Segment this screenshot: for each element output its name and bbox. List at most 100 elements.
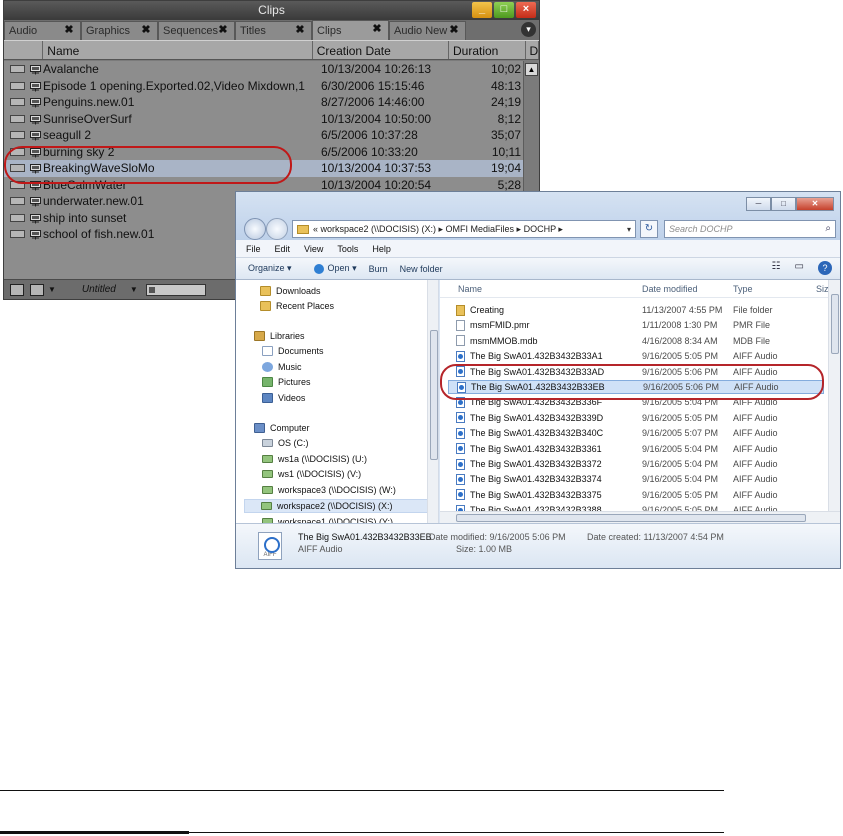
tab-clips[interactable]: Clips ✖ — [312, 20, 389, 40]
frame-view-icon[interactable] — [10, 283, 24, 296]
tab-close-icon[interactable]: ✖ — [294, 24, 306, 36]
nav-videos[interactable]: Videos — [262, 391, 305, 405]
tab-audio-new[interactable]: Audio New ✖ — [389, 21, 466, 40]
tab-menu-icon[interactable]: ▾ — [521, 22, 536, 37]
search-icon[interactable]: ⌕ — [825, 223, 831, 234]
file-row[interactable]: The Big SwA01.432B3432B33AD 9/16/2005 5:0… — [448, 365, 824, 379]
nav-drive-2[interactable]: ws1 (\\DOCISIS) (V:) — [262, 467, 361, 481]
file-row[interactable]: The Big SwA01.432B3432B3361 9/16/2005 5:0… — [448, 442, 824, 456]
tab-close-icon[interactable]: ✖ — [217, 24, 229, 36]
file-row[interactable]: The Big SwA01.432B3432B3375 9/16/2005 5:0… — [448, 488, 824, 502]
creation-date-column-header[interactable]: Creation Date — [313, 41, 449, 59]
file-hscroll-thumb[interactable] — [456, 514, 806, 522]
duration-column-header[interactable]: Duration — [449, 41, 526, 59]
address-dropdown-icon[interactable]: ▾ — [627, 225, 631, 234]
nav-pane-scrollbar[interactable] — [427, 280, 438, 523]
clip-select-box[interactable] — [10, 164, 25, 173]
address-bar[interactable]: « workspace2 (\\DOCISIS) (X:) ▸ OMFI Med… — [292, 220, 636, 238]
file-row[interactable]: The Big SwA01.432B3432B340C 9/16/2005 5:0… — [448, 426, 824, 440]
clip-select-box[interactable] — [10, 98, 25, 107]
menu-tools[interactable]: Tools — [337, 244, 358, 254]
clip-select-box[interactable] — [10, 213, 25, 222]
nav-drive-3[interactable]: workspace3 (\\DOCISIS) (W:) — [262, 483, 396, 497]
chevron-down-icon[interactable]: ▼ — [48, 285, 56, 294]
clip-select-box[interactable] — [10, 81, 25, 90]
tab-titles[interactable]: Titles ✖ — [235, 21, 312, 40]
clip-row[interactable]: burning sky 2 6/5/2006 10:33:20 10;11 — [4, 144, 539, 161]
minimize-button[interactable]: _ — [472, 2, 492, 18]
file-row[interactable]: msmFMID.pmr 1/11/2008 1:30 PM PMR File — [448, 318, 824, 332]
open-button[interactable]: Open ▾ — [313, 263, 357, 274]
refresh-button[interactable]: ↻ — [640, 220, 658, 238]
nav-drive-0[interactable]: OS (C:) — [262, 436, 309, 450]
tab-close-icon[interactable]: ✖ — [448, 24, 460, 36]
nav-pictures[interactable]: Pictures — [262, 375, 311, 389]
file-vscroll-thumb[interactable] — [831, 294, 839, 354]
bin-view-name[interactable]: Untitled — [82, 284, 126, 295]
clip-row[interactable]: Avalanche 10/13/2004 10:26:13 10;02 — [4, 61, 539, 78]
burn-button[interactable]: Burn — [369, 264, 388, 274]
nav-libraries[interactable]: Libraries — [254, 329, 305, 343]
change-view-icon[interactable]: ☷ — [772, 261, 781, 275]
scroll-up-arrow-icon[interactable]: ▲ — [525, 63, 538, 76]
preview-pane-icon[interactable]: ▭ — [795, 261, 804, 275]
clip-select-box[interactable] — [10, 230, 25, 239]
explorer-close-button[interactable]: ✕ — [796, 197, 834, 211]
view-menu-chevron-icon[interactable]: ▼ — [130, 285, 138, 294]
explorer-maximize-button[interactable]: □ — [771, 197, 796, 211]
bin-zoom-slider[interactable] — [145, 283, 206, 296]
new-folder-button[interactable]: New folder — [400, 264, 443, 274]
menu-view[interactable]: View — [304, 244, 323, 254]
file-row[interactable]: The Big SwA01.432B3432B3372 9/16/2005 5:0… — [448, 457, 824, 471]
forward-button[interactable] — [266, 218, 288, 240]
nav-music[interactable]: Music — [262, 360, 302, 374]
file-row[interactable]: The Big SwA01.432B3432B3374 9/16/2005 5:0… — [448, 472, 824, 486]
select-column-header[interactable] — [4, 41, 44, 59]
file-list-hscrollbar[interactable] — [440, 511, 840, 523]
clip-select-box[interactable] — [10, 147, 25, 156]
nav-drive-1[interactable]: ws1a (\\DOCISIS) (U:) — [262, 452, 367, 466]
clip-select-box[interactable] — [10, 131, 25, 140]
tab-close-icon[interactable]: ✖ — [63, 24, 75, 36]
clip-select-box[interactable] — [10, 180, 25, 189]
tab-close-icon[interactable]: ✖ — [371, 23, 383, 35]
close-button[interactable]: × — [516, 2, 536, 18]
clip-row[interactable]: BreakingWaveSloMo 10/13/2004 10:37:53 19;0… — [4, 160, 539, 177]
menu-file[interactable]: File — [246, 244, 261, 254]
name-column-header[interactable]: Name — [43, 41, 313, 59]
clip-row[interactable]: Penguins.new.01 8/27/2006 14:46:00 24;19 — [4, 94, 539, 111]
list-view-icon[interactable] — [30, 283, 44, 296]
organize-button[interactable]: Organize ▾ — [248, 263, 292, 274]
nav-recent-places[interactable]: Recent Places — [260, 299, 334, 313]
clip-select-box[interactable] — [10, 114, 25, 123]
file-row[interactable]: The Big SwA01.432B3432B33EB 9/16/2005 5:0… — [448, 380, 824, 394]
clip-select-box[interactable] — [10, 65, 25, 74]
clip-row[interactable]: Episode 1 opening.Exported.02,Video Mixd… — [4, 78, 539, 95]
file-row[interactable]: Creating 11/13/2007 4:55 PM File folder — [448, 303, 824, 317]
tab-audio[interactable]: Audio ✖ — [4, 21, 81, 40]
type-column-header[interactable]: Type — [733, 284, 753, 294]
clip-row[interactable]: seagull 2 6/5/2006 10:37:28 35;07 — [4, 127, 539, 144]
tab-sequences[interactable]: Sequences ✖ — [158, 21, 235, 40]
bin-title-bar[interactable]: Clips _ □ × — [4, 1, 539, 20]
clip-select-box[interactable] — [10, 197, 25, 206]
file-row[interactable]: The Big SwA01.432B3432B33A1 9/16/2005 5:0… — [448, 349, 824, 363]
overflow-column-header[interactable]: D — [526, 41, 539, 59]
name-column-header[interactable]: Name — [458, 284, 482, 294]
menu-edit[interactable]: Edit — [275, 244, 291, 254]
nav-scroll-thumb[interactable] — [430, 330, 438, 460]
nav-drive-5[interactable]: workspace1 (\\DOCISIS) (Y:) — [262, 515, 393, 523]
nav-documents[interactable]: Documents — [262, 344, 324, 358]
file-row[interactable]: The Big SwA01.432B3432B339D 9/16/2005 5:0… — [448, 411, 824, 425]
nav-downloads[interactable]: Downloads — [260, 284, 321, 298]
help-icon[interactable]: ? — [818, 261, 832, 275]
explorer-minimize-button[interactable]: ─ — [746, 197, 771, 211]
tab-graphics[interactable]: Graphics ✖ — [81, 21, 158, 40]
search-input[interactable]: Search DOCHP ⌕ — [664, 220, 836, 238]
maximize-button[interactable]: □ — [494, 2, 514, 18]
menu-help[interactable]: Help — [372, 244, 391, 254]
file-row[interactable]: The Big SwA01.432B3432B336F 9/16/2005 5:0… — [448, 395, 824, 409]
file-row[interactable]: msmMMOB.mdb 4/16/2008 8:34 AM MDB File — [448, 334, 824, 348]
date-modified-column-header[interactable]: Date modified — [642, 284, 698, 294]
explorer-title-bar[interactable]: ─ □ ✕ « workspace2 (\\DOCISIS) (X:) ▸ OM… — [236, 192, 840, 240]
